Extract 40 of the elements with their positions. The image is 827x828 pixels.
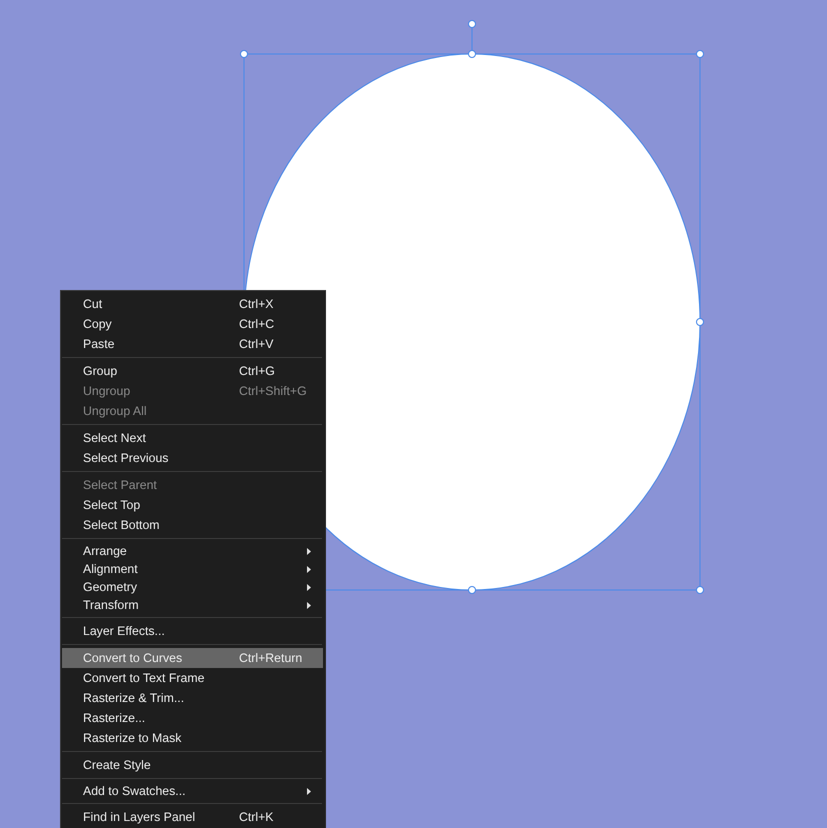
- selection-handle[interactable]: [468, 50, 476, 58]
- menu-item[interactable]: Layer Effects...: [62, 621, 323, 641]
- menu-item[interactable]: Copy Ctrl+C: [62, 314, 323, 334]
- menu-item[interactable]: Select Previous: [62, 448, 323, 468]
- submenu-arrow-icon: [307, 788, 311, 794]
- menu-item[interactable]: Select Top: [62, 495, 323, 515]
- selection-handle[interactable]: [240, 50, 248, 58]
- shortcut-label: Ctrl+K: [239, 810, 274, 824]
- menu-item[interactable]: Rasterize & Trim...: [62, 688, 323, 708]
- shortcut-label: Ctrl+V: [239, 337, 274, 351]
- menu-item[interactable]: Group Ctrl+G: [62, 361, 323, 381]
- selection-handle[interactable]: [696, 586, 704, 594]
- selection-handle[interactable]: [468, 586, 476, 594]
- menu-item[interactable]: Rasterize to Mask: [62, 728, 323, 748]
- menu-item[interactable]: Arrange: [62, 542, 323, 560]
- menu-item[interactable]: Alignment: [62, 560, 323, 578]
- submenu-arrow-icon: [307, 548, 311, 554]
- menu-item[interactable]: Select Next: [62, 428, 323, 448]
- shortcut-label: Ctrl+C: [239, 317, 274, 331]
- submenu-arrow-icon: [307, 584, 311, 590]
- selection-handle[interactable]: [696, 318, 704, 326]
- menu-item[interactable]: Transform: [62, 596, 323, 614]
- rotation-handle[interactable]: [468, 20, 476, 28]
- shortcut-label: Ctrl+Shift+G: [239, 384, 307, 398]
- shortcut-label: Ctrl+Return: [239, 651, 302, 665]
- menu-item[interactable]: Geometry: [62, 578, 323, 596]
- shortcut-label: Ctrl+X: [239, 297, 274, 311]
- menu-item[interactable]: Convert to Curves Ctrl+Return: [62, 648, 323, 668]
- menu-item[interactable]: Convert to Text Frame: [62, 668, 323, 688]
- selection-handle[interactable]: [696, 50, 704, 58]
- submenu-arrow-icon: [307, 602, 311, 608]
- menu-item[interactable]: Cut Ctrl+X: [62, 294, 323, 314]
- menu-item[interactable]: Add to Swatches...: [62, 782, 323, 800]
- menu-item[interactable]: Find in Layers Panel Ctrl+K: [62, 807, 323, 827]
- menu-item[interactable]: Select Bottom: [62, 515, 323, 535]
- menu-item[interactable]: Rasterize...: [62, 708, 323, 728]
- menu-item[interactable]: Paste Ctrl+V: [62, 334, 323, 354]
- submenu-arrow-icon: [307, 566, 311, 572]
- shortcut-label: Ctrl+G: [239, 364, 275, 378]
- menu-item[interactable]: Create Style: [62, 755, 323, 775]
